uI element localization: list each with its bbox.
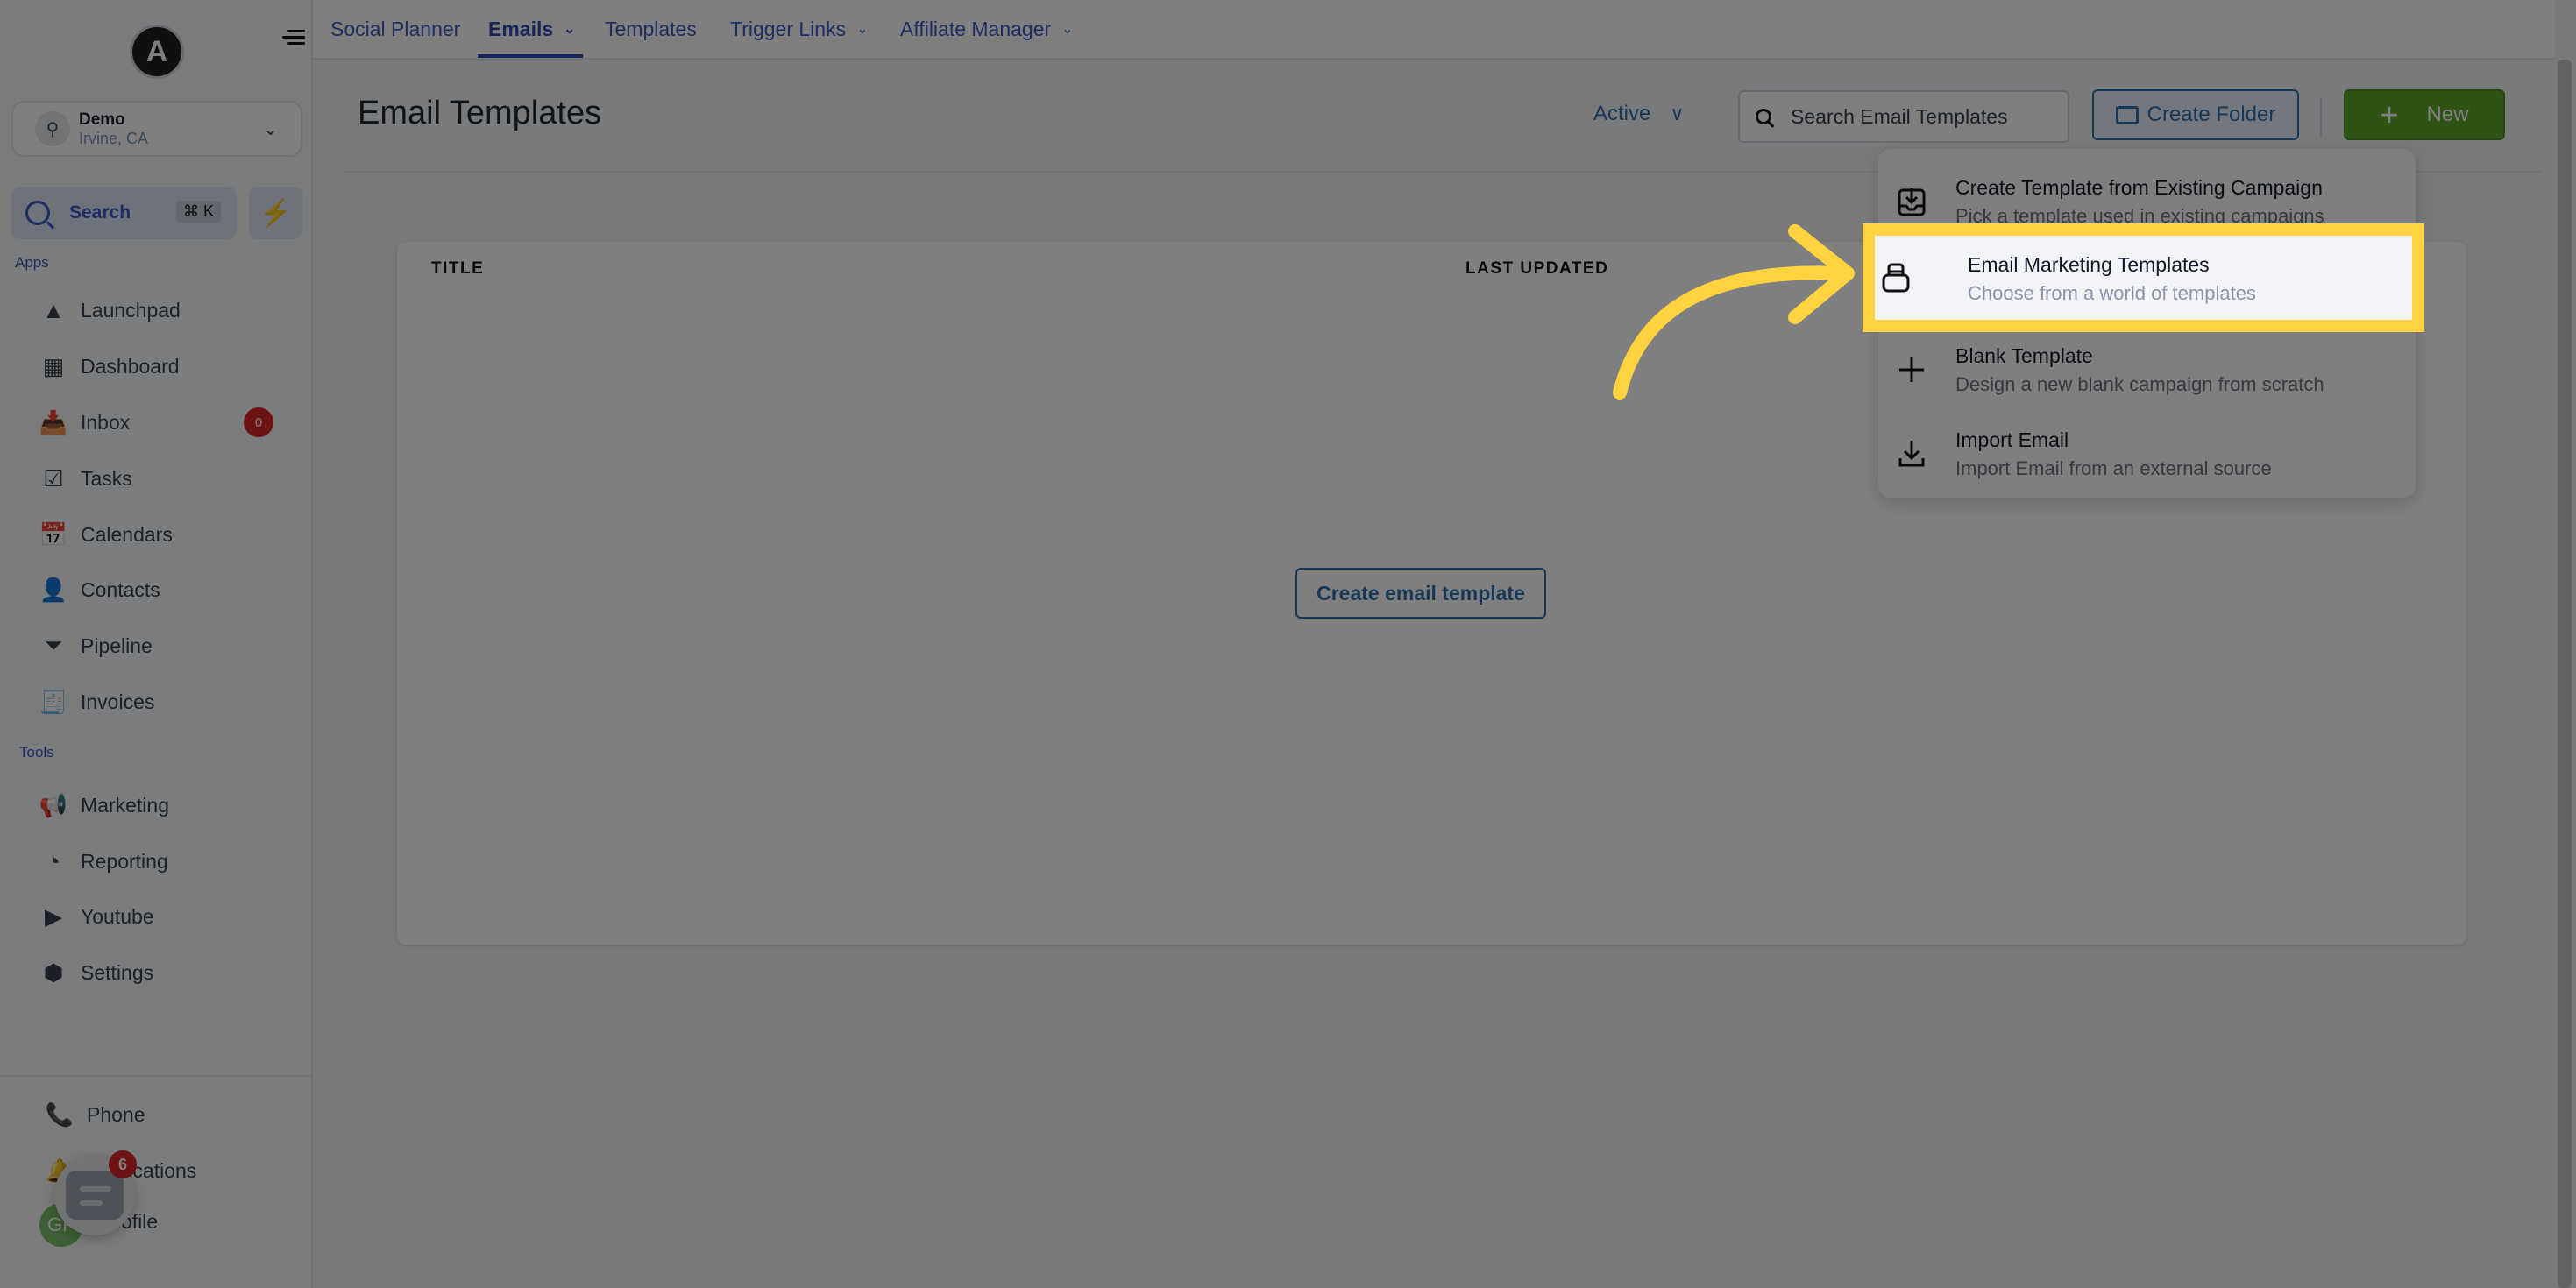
menu-item-title: Email Marketing Templates: [1968, 253, 2210, 276]
tutorial-dim-overlay: [0, 0, 2576, 1288]
template-stack-icon: [1878, 260, 1913, 295]
menu-item-email-marketing-templates[interactable]: Email Marketing Templates Choose from a …: [1863, 223, 2424, 332]
menu-item-description: Choose from a world of templates: [1968, 282, 2256, 304]
tutorial-arrow-icon: [1613, 224, 1855, 400]
